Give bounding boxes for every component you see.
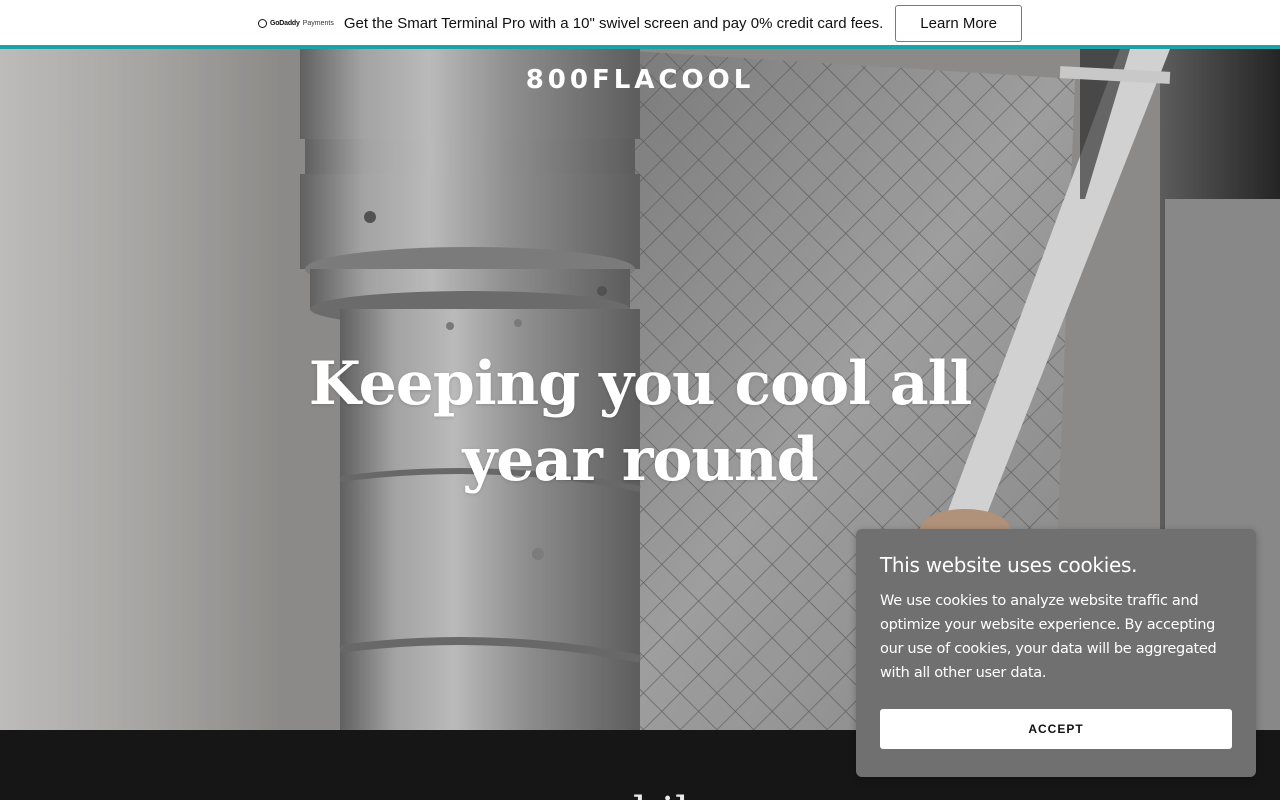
section-heading-partial: ...l il (0, 788, 1280, 800)
godaddy-logo-icon (257, 18, 267, 28)
promo-brand-name: GoDaddy (269, 19, 300, 27)
learn-more-button[interactable]: Learn More (895, 4, 1023, 42)
cookie-title: This website uses cookies. (880, 553, 1138, 577)
godaddy-payments-logo: GoDaddy Payments (257, 18, 334, 28)
accept-cookies-button[interactable]: ACCEPT (880, 709, 1232, 749)
cookie-description: We use cookies to analyze website traffi… (880, 593, 1217, 681)
hero-headline: Keeping you cool all year round (308, 349, 973, 495)
promo-brand-sub: Payments (302, 19, 334, 27)
promo-banner: GoDaddy Payments Get the Smart Terminal … (0, 0, 1280, 46)
cookie-consent-banner: This website uses cookies. We use cookie… (856, 529, 1256, 777)
site-title-logo[interactable]: 800FLACOOL (0, 65, 1280, 95)
promo-text: Get the Smart Terminal Pro with a 10" sw… (343, 14, 884, 32)
